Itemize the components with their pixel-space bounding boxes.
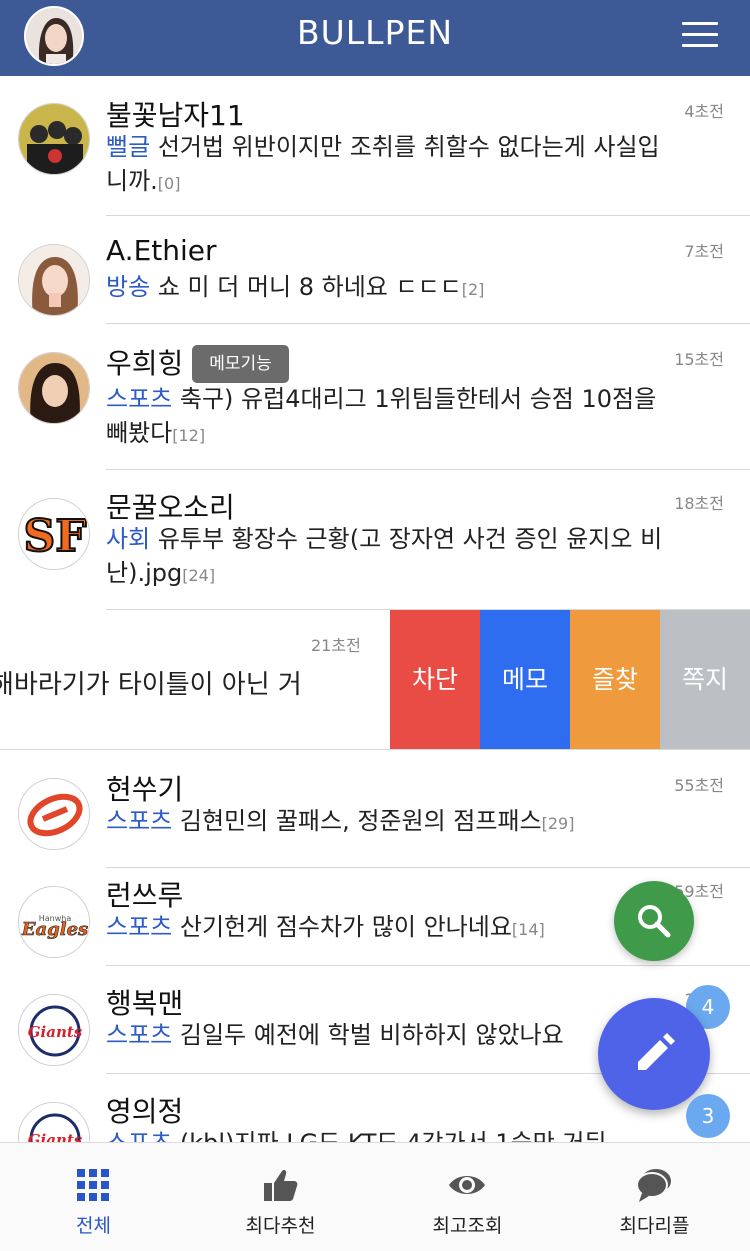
nickname: 런쓰루	[106, 879, 184, 912]
tab-all[interactable]: 전체	[0, 1143, 187, 1251]
memo-button[interactable]: 메모	[480, 610, 570, 750]
user-avatar	[18, 244, 90, 316]
comment-count: [2]	[461, 280, 485, 299]
list-item[interactable]: 우희힝 15초전 스포츠 축구) 유럽4대리그 1위팀들한테서 승점 10점을 …	[0, 324, 750, 470]
user-avatar: Hanwha Eagles	[18, 886, 90, 958]
block-button[interactable]: 차단	[390, 610, 480, 750]
svg-text:Giants: Giants	[28, 1023, 83, 1041]
favorite-button[interactable]: 즐찾	[570, 610, 660, 750]
app-title: BULLPEN	[297, 13, 453, 52]
memo-tooltip: 메모기능	[192, 345, 289, 383]
nickname: 현쑤기	[106, 773, 184, 806]
post-category: 사회	[106, 525, 151, 553]
post-title-text: 김현민의 꿀패스, 정준원의 점프패스	[179, 807, 542, 835]
post-title[interactable]: 스포츠 김현민의 꿀패스, 정준원의 점프패스[29]	[106, 804, 706, 841]
chat-bubble-icon	[636, 1169, 671, 1202]
post-time: 15초전	[674, 350, 724, 369]
post-time: 7초전	[684, 242, 724, 261]
nickname: 영의정	[106, 1095, 184, 1128]
svg-text:Eagles: Eagles	[21, 919, 88, 940]
swiped-list-item[interactable]: 해바라기가 타이틀이 아닌 거 21초전 차단 메모 즐찾 쪽지	[0, 610, 750, 750]
tab-label: 최다리플	[619, 1215, 690, 1237]
list-item[interactable]: 현쑤기 55초전 스포츠 김현민의 꿀패스, 정준원의 점프패스[29]	[0, 750, 750, 868]
grid-icon	[77, 1169, 109, 1201]
nickname: 행복맨	[106, 987, 184, 1020]
tab-label: 최다추천	[245, 1215, 316, 1237]
post-time: 55초전	[674, 776, 724, 795]
list-item[interactable]: A.Ethier 7초전 방송 쇼 미 더 머니 8 하네요 ㄷㄷㄷ[2]	[0, 216, 750, 324]
post-title-text: 김일두 예전에 학벌 비하하지 않았나요	[179, 1021, 564, 1049]
eye-icon	[449, 1176, 485, 1194]
post-category: 스포츠	[106, 1021, 173, 1049]
post-category: 스포츠	[106, 385, 173, 413]
post-title[interactable]: 뻘글 선거법 위반이지만 조취를 취할수 없다는게 사실입니까.[0]	[106, 130, 666, 201]
post-time: 18초전	[674, 494, 724, 513]
post-time: 4초전	[684, 102, 724, 121]
post-list: 불꽃남자11 4초전 뻘글 선거법 위반이지만 조취를 취할수 없다는게 사실입…	[0, 76, 750, 1142]
user-avatar: SF	[18, 498, 90, 570]
user-avatar: Giants	[18, 994, 90, 1066]
nickname: 우희힝	[106, 347, 184, 380]
post-title-text: 선거법 위반이지만 조취를 취할수 없다는게 사실입니까.	[106, 133, 660, 195]
tab-most-recommended[interactable]: 최다추천	[187, 1143, 374, 1251]
post-time: 21초전	[311, 636, 361, 655]
post-title[interactable]: 사회 유투부 황장수 근황(고 장자연 사건 증인 윤지오 비난).jpg[24…	[106, 522, 666, 593]
app-header: BULLPEN	[0, 0, 750, 76]
post-category: 스포츠	[106, 913, 173, 941]
comment-count: [0]	[157, 174, 181, 193]
nickname: 불꽃남자11	[106, 99, 245, 132]
post-category: 방송	[106, 273, 151, 301]
post-title[interactable]: 스포츠 축구) 유럽4대리그 1위팀들한테서 승점 10점을 빼봤다[12]	[106, 382, 666, 453]
tab-most-replies[interactable]: 최다리플	[561, 1143, 748, 1251]
tab-label: 최고조회	[432, 1215, 503, 1237]
thumbs-up-icon	[264, 1170, 298, 1201]
tab-most-viewed[interactable]: 최고조회	[374, 1143, 561, 1251]
list-item[interactable]: 불꽃남자11 4초전 뻘글 선거법 위반이지만 조취를 취할수 없다는게 사실입…	[0, 76, 750, 216]
user-avatar	[18, 352, 90, 424]
bottom-navigation: 전체 최다추천 최고조회 최다리플	[0, 1142, 750, 1251]
post-title[interactable]: 스포츠 (kbl)지파 LG도 KT도 4강가서 1승만 거둬	[106, 1126, 706, 1142]
user-avatar	[18, 103, 90, 175]
hamburger-menu-icon[interactable]	[682, 22, 718, 48]
write-post-button[interactable]	[598, 998, 710, 1110]
post-title-text: (kbl)지파 LG도 KT도 4강가서 1승만 거둬	[180, 1129, 607, 1142]
post-title[interactable]: 방송 쇼 미 더 머니 8 하네요 ㄷㄷㄷ[2]	[106, 270, 666, 307]
nickname: A.Ethier	[106, 234, 217, 267]
comment-count: [14]	[511, 920, 545, 939]
comment-count: [24]	[182, 566, 216, 585]
list-item[interactable]: SF 문꿀오소리 18초전 사회 유투부 황장수 근황(고 장자연 사건 증인 …	[0, 470, 750, 610]
list-badge: 3	[686, 1094, 730, 1138]
nickname: 문꿀오소리	[106, 491, 235, 524]
svg-text:Giants: Giants	[28, 1131, 83, 1142]
post-category: 스포츠	[106, 807, 173, 835]
comment-count: [29]	[541, 814, 575, 833]
search-icon	[638, 905, 671, 938]
search-button[interactable]	[614, 881, 694, 961]
message-button[interactable]: 쪽지	[660, 610, 750, 750]
user-avatar: Giants	[18, 1102, 90, 1142]
tab-label: 전체	[76, 1215, 111, 1237]
post-category: 뻘글	[106, 133, 151, 161]
comment-count: [12]	[172, 426, 206, 445]
user-avatar	[18, 778, 90, 850]
post-title-text: 쇼 미 더 머니 8 하네요 ㄷㄷㄷ	[157, 273, 462, 301]
svg-text:SF: SF	[23, 511, 86, 562]
pencil-icon	[638, 1033, 675, 1070]
post-category: 스포츠	[106, 1129, 172, 1142]
post-title-text: 해바라기가 타이틀이 아닌 거	[0, 670, 302, 700]
post-title-text: 산기헌게 점수차가 많이 안나네요	[179, 913, 512, 941]
